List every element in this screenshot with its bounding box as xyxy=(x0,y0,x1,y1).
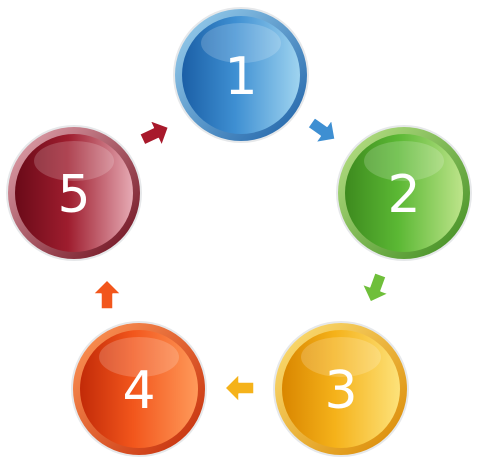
step-4: 4 xyxy=(71,321,207,457)
step-2: 2 xyxy=(336,125,472,261)
arrow-4-to-5 xyxy=(92,279,122,310)
arrow-3-to-4 xyxy=(224,373,255,403)
step-5: 5 xyxy=(6,125,142,261)
step-1-number: 1 xyxy=(224,47,257,107)
arrow-2-to-3 xyxy=(361,271,390,303)
arrow-1-to-2 xyxy=(307,116,336,144)
step-3: 3 xyxy=(273,321,409,457)
arrow-5-to-1 xyxy=(138,119,170,147)
step-5-number: 5 xyxy=(57,165,90,225)
step-2-number: 2 xyxy=(387,165,420,225)
step-3-number: 3 xyxy=(324,361,357,421)
cycle-diagram: 1 2 3 4 5 xyxy=(6,7,472,457)
step-4-number: 4 xyxy=(122,361,155,421)
step-1: 1 xyxy=(173,7,309,143)
